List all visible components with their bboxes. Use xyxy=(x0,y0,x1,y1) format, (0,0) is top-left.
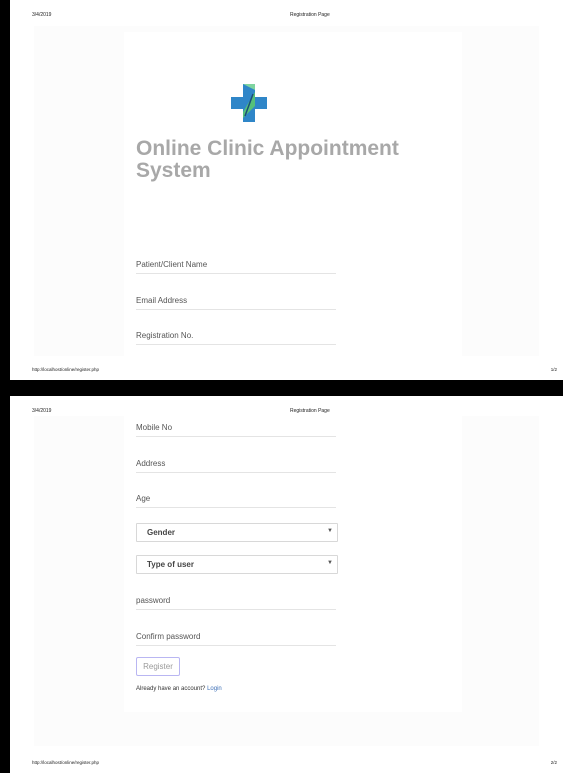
mobile-placeholder: Mobile No xyxy=(136,423,173,432)
login-prompt: Already have an account? Login xyxy=(136,686,222,692)
login-prompt-text: Already have an account? xyxy=(136,686,206,692)
print-title: Registration Page xyxy=(290,408,330,414)
app-title-line2: System xyxy=(136,159,211,182)
print-page-2: 3/4/2019 Registration Page Mobile No Add… xyxy=(10,396,563,773)
medical-cross-icon xyxy=(231,84,267,122)
email-input[interactable]: Email Address xyxy=(136,293,336,310)
patient-name-input[interactable]: Patient/Client Name xyxy=(136,257,336,274)
login-link[interactable]: Login xyxy=(207,686,222,692)
password-input[interactable]: password xyxy=(136,593,336,610)
gender-select[interactable]: Gender ▼ xyxy=(136,523,338,542)
confirm-password-placeholder: Confirm password xyxy=(136,632,201,641)
print-url: http://localhost/online/register.php xyxy=(32,760,100,765)
app-title-line1: Online Clinic Appointment xyxy=(136,137,399,160)
password-placeholder: password xyxy=(136,596,171,605)
age-placeholder: Age xyxy=(136,494,151,503)
print-page-number: 1/2 xyxy=(550,367,557,372)
user-type-select-value: Type of user xyxy=(147,560,194,569)
mobile-input[interactable]: Mobile No xyxy=(136,420,336,437)
patient-name-placeholder: Patient/Client Name xyxy=(136,260,208,269)
app-title: Online Clinic Appointment System xyxy=(136,138,436,182)
user-type-select[interactable]: Type of user ▼ xyxy=(136,555,338,574)
chevron-down-icon: ▼ xyxy=(327,528,333,534)
registration-no-input[interactable]: Registration No. xyxy=(136,328,336,345)
print-page-1: 3/4/2019 Registration Page Online Clinic… xyxy=(10,0,563,380)
print-date: 3/4/2019 xyxy=(32,408,52,414)
registration-no-placeholder: Registration No. xyxy=(136,331,194,340)
confirm-password-input[interactable]: Confirm password xyxy=(136,629,336,646)
print-title: Registration Page xyxy=(290,12,330,18)
address-placeholder: Address xyxy=(136,459,166,468)
chevron-down-icon: ▼ xyxy=(327,560,333,566)
gender-select-value: Gender xyxy=(147,528,176,537)
register-button[interactable]: Register xyxy=(136,657,180,676)
address-input[interactable]: Address xyxy=(136,456,336,473)
print-page-number: 2/2 xyxy=(550,760,557,765)
print-url: http://localhost/online/register.php xyxy=(32,367,100,372)
age-input[interactable]: Age xyxy=(136,491,336,508)
print-date: 3/4/2019 xyxy=(32,12,52,18)
email-placeholder: Email Address xyxy=(136,296,188,305)
